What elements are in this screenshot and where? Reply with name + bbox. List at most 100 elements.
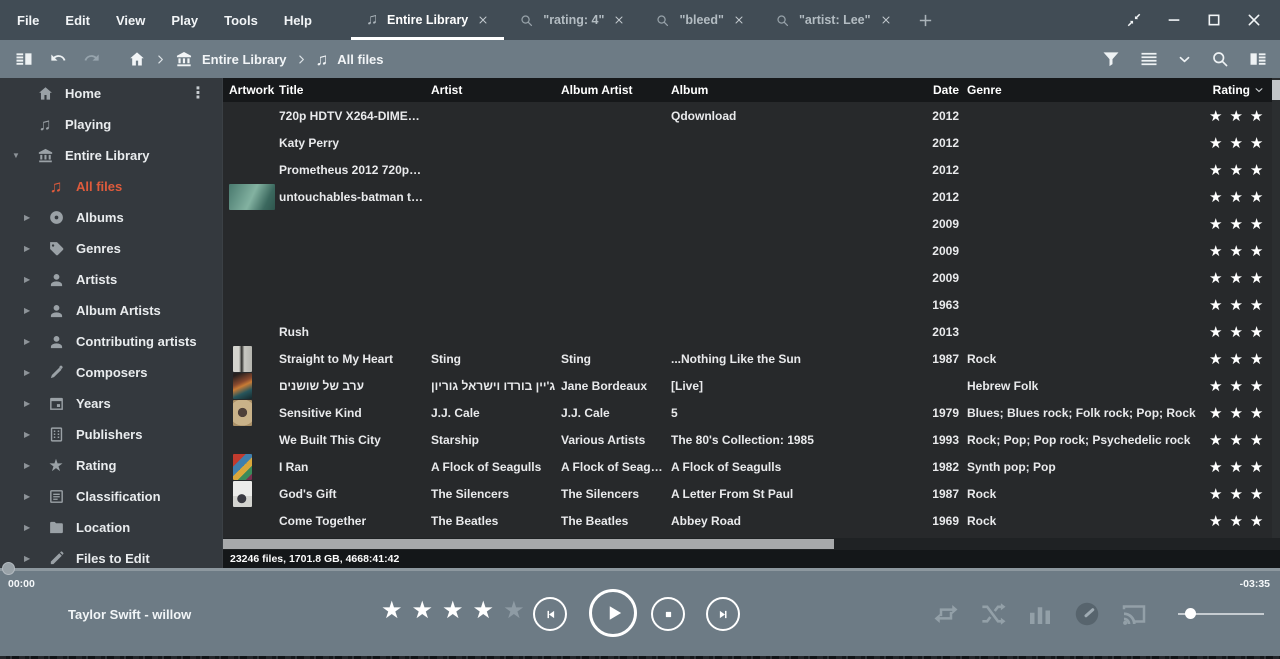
cell-rating[interactable]: ★★★ — [1209, 215, 1280, 233]
cast-button[interactable] — [1119, 599, 1149, 629]
tab-entire-library[interactable]: ♫Entire Library — [351, 0, 504, 40]
table-row[interactable]: Straight to My HeartStingSting...Nothing… — [223, 345, 1280, 372]
maximize-button[interactable] — [1206, 12, 1222, 28]
equalizer-button[interactable] — [1025, 599, 1055, 629]
table-row[interactable]: 2009★★★ — [223, 237, 1280, 264]
player-star-icon[interactable]: ★ — [442, 597, 473, 624]
playback-speed-button[interactable] — [1072, 599, 1102, 629]
horizontal-scrollbar[interactable] — [223, 538, 1280, 550]
column-header-artwork[interactable]: Artwork — [223, 83, 279, 97]
table-row[interactable]: untouchables-batman t…2012★★★ — [223, 183, 1280, 210]
sidebar-item-publishers[interactable]: ▶Publishers — [0, 419, 222, 450]
cell-rating[interactable]: ★★★ — [1209, 188, 1280, 206]
volume-handle[interactable] — [1185, 608, 1196, 619]
expander-icon[interactable]: ▶ — [8, 214, 46, 222]
table-row[interactable]: Sensitive KindJ.J. CaleJ.J. Cale51979Blu… — [223, 399, 1280, 426]
expander-icon[interactable]: ▶ — [8, 462, 46, 470]
breadcrumb-root[interactable]: Entire Library — [202, 52, 287, 67]
cell-rating[interactable]: ★★★ — [1209, 350, 1280, 368]
sidebar-item-composers[interactable]: ▶Composers — [0, 357, 222, 388]
table-row[interactable]: 720p HDTV X264-DIME…Qdownload2012★★★ — [223, 102, 1280, 129]
sidebar-menu-icon[interactable]: ⋮ — [190, 86, 206, 102]
table-row[interactable]: Rush2013★★★ — [223, 318, 1280, 345]
hscroll-thumb[interactable] — [223, 539, 834, 549]
toggle-panel-button[interactable] — [14, 49, 34, 69]
expander-icon[interactable]: ▶ — [8, 493, 46, 501]
tab-close-icon[interactable] — [733, 14, 745, 26]
expander-icon[interactable]: ▶ — [8, 338, 46, 346]
home-icon[interactable] — [128, 50, 146, 68]
table-row[interactable]: 1963★★★ — [223, 291, 1280, 318]
sidebar-item-album-artists[interactable]: ▶Album Artists — [0, 295, 222, 326]
now-playing-title[interactable]: Taylor Swift - willow — [68, 607, 191, 622]
player-star-icon[interactable]: ★ — [503, 597, 534, 624]
breadcrumb-leaf[interactable]: All files — [337, 52, 383, 67]
table-row[interactable]: Come TogetherThe BeatlesThe BeatlesAbbey… — [223, 507, 1280, 534]
next-track-button[interactable] — [706, 597, 740, 631]
expander-icon[interactable]: ▼ — [8, 152, 35, 160]
side-panel-layout-button[interactable] — [1248, 49, 1268, 69]
cell-rating[interactable]: ★★★ — [1209, 404, 1280, 422]
vscroll-thumb[interactable] — [1272, 80, 1280, 100]
table-row[interactable]: 2009★★★ — [223, 210, 1280, 237]
close-button[interactable] — [1246, 12, 1262, 28]
cell-rating[interactable]: ★★★ — [1209, 458, 1280, 476]
cell-rating[interactable]: ★★★ — [1209, 134, 1280, 152]
sidebar-item-albums[interactable]: ▶Albums — [0, 202, 222, 233]
repeat-button[interactable] — [931, 599, 961, 629]
sidebar-item-home[interactable]: Home — [0, 78, 222, 109]
expander-icon[interactable]: ▶ — [8, 400, 46, 408]
column-header-album-artist[interactable]: Album Artist — [561, 83, 671, 97]
sidebar-item-years[interactable]: ▶Years — [0, 388, 222, 419]
sidebar-item-playing[interactable]: ♫Playing — [0, 109, 222, 140]
player-star-icon[interactable]: ★ — [473, 597, 504, 624]
menu-view[interactable]: View — [103, 13, 158, 28]
tab-close-icon[interactable] — [613, 14, 625, 26]
expander-icon[interactable]: ▶ — [8, 276, 46, 284]
cell-rating[interactable]: ★★★ — [1209, 431, 1280, 449]
player-star-icon[interactable]: ★ — [412, 597, 443, 624]
seek-handle[interactable] — [2, 562, 15, 575]
cell-rating[interactable]: ★★★ — [1209, 377, 1280, 395]
cell-rating[interactable]: ★★★ — [1209, 512, 1280, 530]
column-header-date[interactable]: Date — [915, 83, 959, 97]
tab-bleed[interactable]: "bleed" — [640, 0, 760, 40]
expander-icon[interactable]: ▶ — [8, 307, 46, 315]
menu-tools[interactable]: Tools — [211, 13, 271, 28]
tab-close-icon[interactable] — [880, 14, 892, 26]
library-icon[interactable] — [175, 50, 193, 68]
sidebar-item-rating[interactable]: ▶★Rating — [0, 450, 222, 481]
compact-player-button[interactable] — [1126, 12, 1142, 28]
shuffle-button[interactable] — [978, 599, 1008, 629]
cell-rating[interactable]: ★★★ — [1209, 485, 1280, 503]
sidebar-item-all-files[interactable]: ♫All files — [0, 171, 222, 202]
expander-icon[interactable]: ▶ — [8, 524, 46, 532]
new-tab-button[interactable] — [907, 0, 944, 40]
stop-button[interactable] — [651, 597, 685, 631]
sidebar-item-genres[interactable]: ▶Genres — [0, 233, 222, 264]
undo-button[interactable] — [48, 49, 68, 69]
table-row[interactable]: Katy Perry2012★★★ — [223, 129, 1280, 156]
tab-rating-4[interactable]: "rating: 4" — [504, 0, 640, 40]
sidebar-item-entire-library[interactable]: ▼Entire Library — [0, 140, 222, 171]
track-list-layout-button[interactable] — [1139, 49, 1159, 69]
menu-help[interactable]: Help — [271, 13, 325, 28]
table-row[interactable]: We Built This CityStarshipVarious Artist… — [223, 426, 1280, 453]
table-row[interactable]: ערב של שושניםג'יין בורדו וישראל גוריוןJa… — [223, 372, 1280, 399]
table-row[interactable]: God's GiftThe SilencersThe SilencersA Le… — [223, 480, 1280, 507]
column-header-title[interactable]: Title — [279, 83, 431, 97]
column-header-rating[interactable]: Rating — [1209, 83, 1280, 97]
menu-edit[interactable]: Edit — [52, 13, 103, 28]
player-star-icon[interactable]: ★ — [381, 597, 412, 624]
play-button[interactable] — [589, 589, 637, 637]
seek-bar[interactable] — [0, 568, 1280, 571]
cell-rating[interactable]: ★★★ — [1209, 242, 1280, 260]
expander-icon[interactable]: ▶ — [8, 245, 46, 253]
column-header-genre[interactable]: Genre — [959, 83, 1209, 97]
sidebar-item-classification[interactable]: ▶Classification — [0, 481, 222, 512]
tab-close-icon[interactable] — [477, 14, 489, 26]
tab-artist-lee[interactable]: "artist: Lee" — [760, 0, 907, 40]
table-row[interactable]: I RanA Flock of SeagullsA Flock of Seag…… — [223, 453, 1280, 480]
menu-file[interactable]: File — [4, 13, 52, 28]
collapse-groups-button[interactable] — [1177, 52, 1192, 67]
